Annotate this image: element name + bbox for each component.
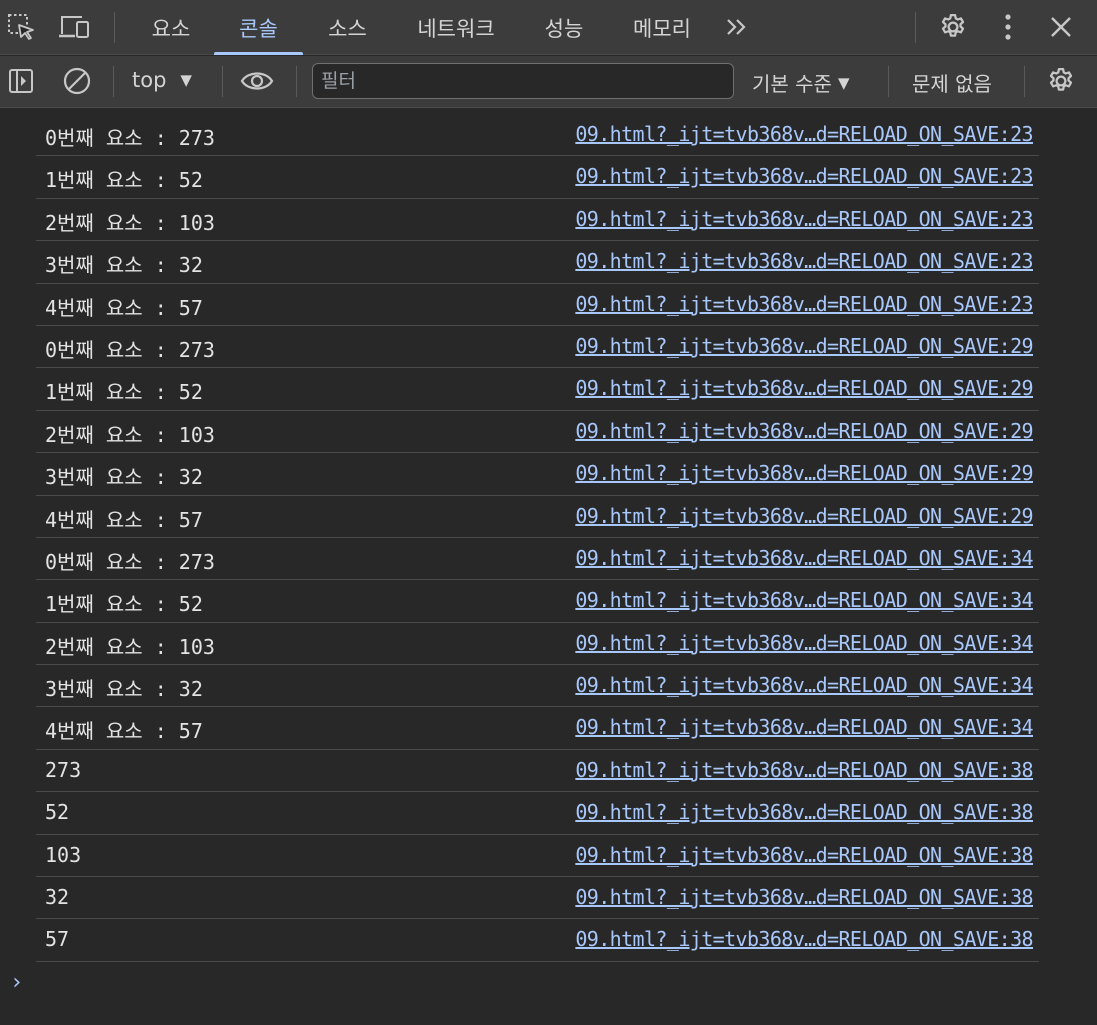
divider — [915, 12, 916, 43]
double-chevron-right-icon — [727, 19, 746, 35]
source-link[interactable]: 09.html?_ijt=tvb368v…d=RELOAD_ON_SAVE:23 — [575, 292, 1033, 316]
console-message-row: 3번째 요소 : 32 09.html?_ijt=tvb368v…d=RELOAD… — [36, 453, 1039, 496]
console-message-text: 273 — [45, 757, 82, 782]
source-link[interactable]: 09.html?_ijt=tvb368v…d=RELOAD_ON_SAVE:23 — [575, 164, 1033, 188]
console-message-text: 1번째 요소 : 52 — [45, 168, 203, 193]
gear-icon[interactable] — [936, 10, 970, 44]
source-link[interactable]: 09.html?_ijt=tvb368v…d=RELOAD_ON_SAVE:29 — [575, 334, 1033, 358]
console-message-text: 4번째 요소 : 57 — [45, 295, 203, 320]
console-message-row: 32 09.html?_ijt=tvb368v…d=RELOAD_ON_SAVE:… — [36, 877, 1039, 920]
console-message-row: 52 09.html?_ijt=tvb368v…d=RELOAD_ON_SAVE:… — [36, 792, 1039, 835]
console-message-text: 2번째 요소 : 103 — [45, 210, 215, 235]
close-icon[interactable] — [1044, 10, 1078, 44]
console-message-text: 57 — [45, 927, 70, 952]
inspect-element-icon[interactable] — [4, 10, 38, 44]
console-message-row: 4번째 요소 : 57 09.html?_ijt=tvb368v…d=RELOAD… — [36, 496, 1039, 538]
console-message-row: 0번째 요소 : 273 09.html?_ijt=tvb368v…d=RELOA… — [36, 326, 1039, 369]
console-message-text: 103 — [45, 842, 82, 867]
tab-performance[interactable]: 성능 — [520, 0, 608, 55]
dropdown-arrow-icon: ▼ — [837, 73, 850, 92]
tab-network[interactable]: 네트워크 — [392, 0, 520, 55]
console-message-row: 4번째 요소 : 57 09.html?_ijt=tvb368v…d=RELOAD… — [36, 707, 1039, 750]
console-message-row: 0번째 요소 : 273 09.html?_ijt=tvb368v…d=RELOA… — [36, 114, 1039, 157]
console-message-text: 2번째 요소 : 103 — [45, 634, 215, 659]
source-link[interactable]: 09.html?_ijt=tvb368v…d=RELOAD_ON_SAVE:38 — [575, 927, 1033, 951]
divider — [1024, 66, 1025, 97]
console-message-text: 4번째 요소 : 57 — [45, 719, 203, 744]
divider — [113, 66, 114, 97]
console-message-row: 2번째 요소 : 103 09.html?_ijt=tvb368v…d=RELOA… — [36, 623, 1039, 666]
source-link[interactable]: 09.html?_ijt=tvb368v…d=RELOAD_ON_SAVE:38 — [575, 800, 1033, 824]
source-link[interactable]: 09.html?_ijt=tvb368v…d=RELOAD_ON_SAVE:34 — [575, 673, 1033, 697]
console-message-text: 4번째 요소 : 57 — [45, 507, 203, 532]
console-message-text: 1번째 요소 : 52 — [45, 380, 203, 405]
source-link[interactable]: 09.html?_ijt=tvb368v…d=RELOAD_ON_SAVE:29 — [575, 376, 1033, 400]
tab-memory[interactable]: 메모리 — [608, 0, 716, 55]
context-label: top — [132, 68, 167, 92]
console-message-row: 0번째 요소 : 273 09.html?_ijt=tvb368v…d=RELOA… — [36, 538, 1039, 581]
console-message-text: 0번째 요소 : 273 — [45, 337, 215, 362]
console-message-row: 3번째 요소 : 32 09.html?_ijt=tvb368v…d=RELOAD… — [36, 665, 1039, 708]
source-link[interactable]: 09.html?_ijt=tvb368v…d=RELOAD_ON_SAVE:23 — [575, 249, 1033, 273]
console-output: 0번째 요소 : 273 09.html?_ijt=tvb368v…d=RELOA… — [0, 114, 1097, 962]
kebab-menu-icon[interactable] — [991, 10, 1025, 44]
live-expression-icon[interactable] — [240, 64, 274, 98]
active-tab-indicator — [214, 52, 303, 55]
sidebar-toggle-icon[interactable] — [4, 64, 38, 98]
source-link[interactable]: 09.html?_ijt=tvb368v…d=RELOAD_ON_SAVE:38 — [575, 885, 1033, 909]
clear-console-icon[interactable] — [60, 64, 94, 98]
more-tabs-button[interactable] — [722, 12, 752, 48]
source-link[interactable]: 09.html?_ijt=tvb368v…d=RELOAD_ON_SAVE:34 — [575, 546, 1033, 570]
source-link[interactable]: 09.html?_ijt=tvb368v…d=RELOAD_ON_SAVE:23 — [575, 122, 1033, 146]
console-message-row: 1번째 요소 : 52 09.html?_ijt=tvb368v…d=RELOAD… — [36, 580, 1039, 623]
source-link[interactable]: 09.html?_ijt=tvb368v…d=RELOAD_ON_SAVE:23 — [575, 207, 1033, 231]
console-message-row: 57 09.html?_ijt=tvb368v…d=RELOAD_ON_SAVE:… — [36, 919, 1039, 962]
console-message-text: 3번째 요소 : 32 — [45, 253, 203, 278]
console-message-text: 2번째 요소 : 103 — [45, 422, 215, 447]
filter-input[interactable] — [312, 63, 734, 99]
devtools-tab-bar: 요소 콘솔 소스 네트워크 성능 메모리 — [0, 0, 1097, 55]
console-message-row: 273 09.html?_ijt=tvb368v…d=RELOAD_ON_SAVE… — [36, 750, 1039, 793]
console-toolbar: top ▼ 기본 수준 ▼ 문제 없음 — [0, 56, 1097, 108]
divider — [888, 66, 889, 97]
console-message-row: 2번째 요소 : 103 09.html?_ijt=tvb368v…d=RELOA… — [36, 411, 1039, 454]
console-message-text: 0번째 요소 : 273 — [45, 549, 215, 574]
tab-console[interactable]: 콘솔 — [214, 0, 303, 55]
divider — [114, 12, 115, 43]
console-message-text: 3번째 요소 : 32 — [45, 677, 203, 702]
console-message-text: 1번째 요소 : 52 — [45, 592, 203, 617]
console-message-row: 1번째 요소 : 52 09.html?_ijt=tvb368v…d=RELOAD… — [36, 368, 1039, 411]
source-link[interactable]: 09.html?_ijt=tvb368v…d=RELOAD_ON_SAVE:34 — [575, 631, 1033, 655]
divider — [222, 66, 223, 97]
source-link[interactable]: 09.html?_ijt=tvb368v…d=RELOAD_ON_SAVE:29 — [575, 461, 1033, 485]
console-message-row: 103 09.html?_ijt=tvb368v…d=RELOAD_ON_SAVE… — [36, 835, 1039, 878]
source-link[interactable]: 09.html?_ijt=tvb368v…d=RELOAD_ON_SAVE:38 — [575, 843, 1033, 867]
gear-icon[interactable] — [1044, 64, 1078, 98]
console-message-text: 52 — [45, 800, 70, 825]
tab-elements[interactable]: 요소 — [128, 0, 214, 55]
source-link[interactable]: 09.html?_ijt=tvb368v…d=RELOAD_ON_SAVE:29 — [575, 504, 1033, 528]
divider — [296, 66, 297, 97]
console-message-text: 0번째 요소 : 273 — [45, 126, 215, 150]
console-message-row: 4번째 요소 : 57 09.html?_ijt=tvb368v…d=RELOAD… — [36, 284, 1039, 326]
console-message-row: 2번째 요소 : 103 09.html?_ijt=tvb368v…d=RELOA… — [36, 199, 1039, 242]
issues-button[interactable]: 문제 없음 — [912, 68, 992, 97]
context-selector[interactable]: top ▼ — [132, 68, 192, 92]
log-level-dropdown[interactable]: 기본 수준 ▼ — [752, 68, 850, 97]
source-link[interactable]: 09.html?_ijt=tvb368v…d=RELOAD_ON_SAVE:38 — [575, 758, 1033, 782]
console-prompt[interactable]: › — [10, 970, 23, 995]
console-message-row: 1번째 요소 : 52 09.html?_ijt=tvb368v…d=RELOAD… — [36, 156, 1039, 199]
console-message-text: 32 — [45, 885, 70, 910]
source-link[interactable]: 09.html?_ijt=tvb368v…d=RELOAD_ON_SAVE:34 — [575, 715, 1033, 739]
tab-sources[interactable]: 소스 — [303, 0, 392, 55]
source-link[interactable]: 09.html?_ijt=tvb368v…d=RELOAD_ON_SAVE:29 — [575, 419, 1033, 443]
console-message-row: 3번째 요소 : 32 09.html?_ijt=tvb368v…d=RELOAD… — [36, 241, 1039, 284]
device-toolbar-icon[interactable] — [58, 10, 92, 44]
log-level-label: 기본 수준 — [752, 72, 832, 96]
dropdown-arrow-icon: ▼ — [180, 71, 192, 89]
console-message-text: 3번째 요소 : 32 — [45, 465, 203, 490]
source-link[interactable]: 09.html?_ijt=tvb368v…d=RELOAD_ON_SAVE:34 — [575, 588, 1033, 612]
